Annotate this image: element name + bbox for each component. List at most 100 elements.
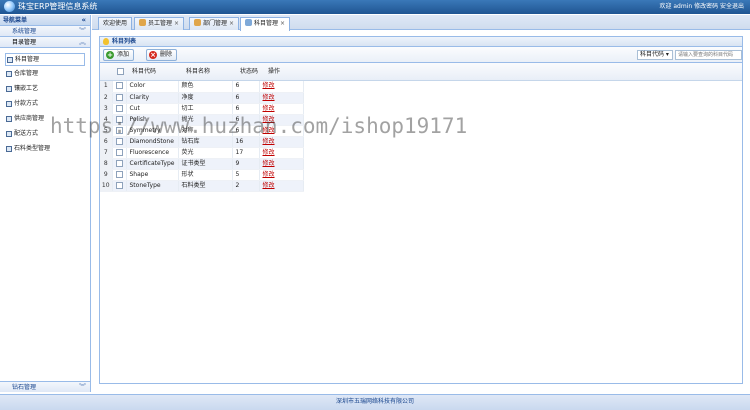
row-checkbox-box[interactable]	[115, 93, 123, 101]
row-checkbox[interactable]	[112, 169, 127, 181]
sidebar-item-delivery[interactable]: 配送方式	[5, 128, 85, 141]
row-checkbox[interactable]	[112, 125, 127, 137]
table-row[interactable]: 1 Color 颜色 6 修改	[100, 81, 304, 93]
cell-name: 抛光	[178, 114, 233, 126]
cell-action[interactable]: 修改	[259, 103, 304, 115]
edit-link[interactable]: 修改	[263, 160, 275, 167]
cell-action[interactable]: 修改	[259, 81, 304, 93]
edit-link[interactable]: 修改	[263, 82, 275, 89]
search-input[interactable]	[675, 50, 742, 60]
cell-action[interactable]: 修改	[259, 125, 304, 137]
cell-name: 对称	[178, 125, 233, 137]
cell-code: Clarity	[126, 92, 179, 104]
table-row[interactable]: 5 Symmetry 对称 6 修改	[100, 125, 304, 137]
row-checkbox[interactable]	[112, 147, 127, 159]
sidebar-item-label: 付款方式	[14, 100, 39, 107]
edit-link[interactable]: 修改	[263, 138, 275, 145]
tab-strip: 欢迎使用 员工管理 × 部门管理 × 科目管理 ×	[92, 15, 750, 31]
table-row[interactable]: 9 Shape 形状 5 修改	[100, 169, 304, 181]
table-row[interactable]: 3 Cut 切工 6 修改	[100, 103, 304, 115]
cell-name: 切工	[178, 103, 233, 115]
row-checkbox[interactable]	[112, 136, 127, 148]
row-checkbox-box[interactable]	[115, 148, 123, 156]
add-button-label: 添加	[117, 51, 130, 58]
user-info[interactable]: 欢迎 admin 修改密码 安全退出	[659, 2, 744, 12]
row-checkbox[interactable]	[112, 114, 127, 126]
cell-action[interactable]: 修改	[259, 114, 304, 126]
edit-link[interactable]: 修改	[263, 171, 275, 178]
close-icon[interactable]: ×	[174, 20, 179, 27]
tab-employees[interactable]: 员工管理 ×	[134, 17, 185, 30]
cell-status: 6	[232, 114, 260, 126]
list-icon	[7, 57, 13, 63]
table-row[interactable]: 2 Clarity 净度 6 修改	[100, 92, 304, 104]
row-checkbox-box[interactable]	[115, 170, 123, 178]
sidebar-item-payment[interactable]: 付款方式	[5, 98, 85, 111]
column-header-action[interactable]: 操作	[268, 68, 280, 76]
edit-link[interactable]: 修改	[263, 116, 275, 123]
select-all-checkbox[interactable]	[117, 68, 124, 75]
row-checkbox[interactable]	[112, 103, 127, 115]
sidebar-section-system[interactable]: 系统管理 ︾	[0, 26, 90, 37]
list-icon	[6, 86, 12, 92]
row-checkbox-box[interactable]	[115, 159, 123, 167]
cell-status: 6	[232, 81, 260, 93]
user-icon	[139, 19, 146, 26]
edit-link[interactable]: 修改	[263, 127, 275, 134]
document-icon	[245, 19, 252, 26]
row-checkbox-box[interactable]	[115, 82, 123, 90]
delete-icon: ×	[149, 51, 157, 59]
row-number: 3	[100, 103, 113, 115]
table-row[interactable]: 4 Polish 抛光 6 修改	[100, 114, 304, 126]
collapse-sidebar-icon[interactable]: «	[81, 15, 86, 26]
row-checkbox-box[interactable]	[115, 126, 123, 134]
cell-action[interactable]: 修改	[259, 158, 304, 170]
column-header-name[interactable]: 科目名称	[186, 68, 210, 76]
tab-departments[interactable]: 部门管理 ×	[189, 17, 240, 30]
sidebar-item-stone-type[interactable]: 石料类型管理	[5, 143, 85, 156]
cell-action[interactable]: 修改	[259, 136, 304, 148]
row-checkbox[interactable]	[112, 180, 127, 192]
column-header-status[interactable]: 状态码	[240, 68, 258, 76]
footer-text: 深圳市五瑞网络科技有限公司	[335, 398, 414, 405]
sidebar-item-warehouse[interactable]: 仓库管理	[5, 68, 85, 81]
cell-code: StoneType	[126, 180, 179, 192]
sidebar-item-supplier[interactable]: 供应商管理	[5, 113, 85, 126]
table-row[interactable]: 7 Fluorescence 荧光 17 修改	[100, 147, 304, 159]
edit-link[interactable]: 修改	[263, 149, 275, 156]
cell-status: 6	[232, 103, 260, 115]
close-icon[interactable]: ×	[280, 20, 285, 27]
sidebar-section-catalog[interactable]: 目录管理 ︽	[0, 37, 90, 48]
tab-welcome[interactable]: 欢迎使用	[98, 17, 133, 30]
row-checkbox[interactable]	[112, 158, 127, 170]
sidebar-section-diamond[interactable]: 钻石管理 ︾	[0, 381, 90, 392]
row-checkbox-box[interactable]	[115, 115, 123, 123]
edit-link[interactable]: 修改	[263, 105, 275, 112]
row-checkbox-box[interactable]	[115, 181, 123, 189]
row-number: 9	[100, 169, 113, 181]
sidebar-item-label: 仓库管理	[14, 70, 39, 77]
edit-link[interactable]: 修改	[263, 94, 275, 101]
footer: 深圳市五瑞网络科技有限公司	[0, 394, 750, 410]
cell-action[interactable]: 修改	[259, 180, 304, 192]
cell-action[interactable]: 修改	[259, 92, 304, 104]
table-row[interactable]: 6 DiamondStone 钻石库 16 修改	[100, 136, 304, 148]
row-checkbox[interactable]	[112, 92, 127, 104]
cell-action[interactable]: 修改	[259, 169, 304, 181]
row-checkbox-box[interactable]	[115, 137, 123, 145]
search-field-select[interactable]: 科目代码 ▾	[637, 50, 673, 60]
delete-button[interactable]: × 删除	[146, 49, 178, 61]
table-row[interactable]: 8 CertificateType 证书类型 9 修改	[100, 158, 304, 170]
table-row[interactable]: 10 StoneType 石料类型 2 修改	[100, 180, 304, 192]
column-header-code[interactable]: 科目代码	[132, 68, 156, 76]
add-button[interactable]: + 添加	[103, 49, 135, 61]
row-checkbox[interactable]	[112, 81, 127, 93]
cell-action[interactable]: 修改	[259, 147, 304, 159]
row-checkbox-box[interactable]	[115, 104, 123, 112]
tab-subjects[interactable]: 科目管理 ×	[240, 17, 291, 31]
tab-label: 科目管理	[254, 20, 279, 27]
sidebar-item-inlay[interactable]: 镶嵌工艺	[5, 83, 85, 96]
sidebar-item-subjects[interactable]: 科目管理	[5, 53, 85, 66]
edit-link[interactable]: 修改	[263, 182, 275, 189]
close-icon[interactable]: ×	[229, 20, 234, 27]
